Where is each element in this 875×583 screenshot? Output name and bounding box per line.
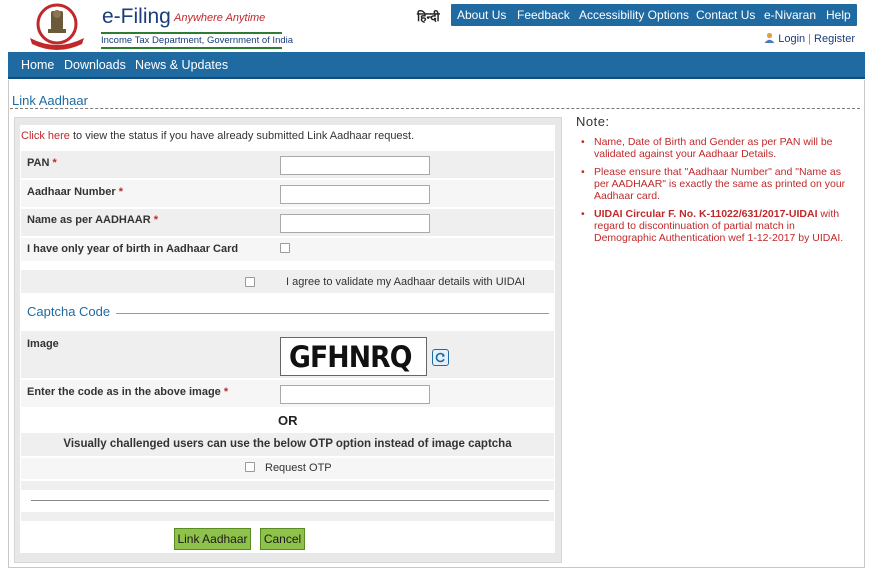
enter-code-label: Enter the code as in the above image * xyxy=(27,386,229,398)
main-nav-home[interactable]: Home xyxy=(21,58,54,72)
link-aadhaar-button[interactable]: Link Aadhaar xyxy=(174,528,251,550)
main-nav-news-updates[interactable]: News & Updates xyxy=(135,58,228,72)
status-line-text: to view the status if you have already s… xyxy=(69,130,415,142)
emblem-logo xyxy=(30,3,84,50)
aadhaar-row: Aadhaar Number * xyxy=(21,180,554,208)
pan-row: PAN * xyxy=(21,151,554,179)
captcha-section-title: Captcha Code xyxy=(27,304,117,319)
request-otp-label: Request OTP xyxy=(265,462,332,474)
captcha-code-input[interactable] xyxy=(280,385,430,404)
pan-label: PAN * xyxy=(27,157,57,169)
aadhaar-label: Aadhaar Number * xyxy=(27,186,123,198)
name-row: Name as per AADHAAR * xyxy=(21,209,554,237)
page: e-Filing Anywhere Anytime Income Tax Dep… xyxy=(0,0,875,583)
nav-help[interactable]: Help xyxy=(820,4,857,26)
main-nav-bar: Home Downloads News & Updates xyxy=(8,52,865,79)
request-otp-checkbox[interactable] xyxy=(245,462,255,472)
title-divider xyxy=(10,108,860,109)
click-here-link[interactable]: Click here xyxy=(21,130,70,142)
hindi-language-link[interactable]: हिन्दी xyxy=(417,8,440,25)
yob-row: I have only year of birth in Aadhaar Car… xyxy=(21,238,554,262)
user-icon xyxy=(764,32,775,43)
captcha-text: GFHNRQ xyxy=(289,340,412,374)
brand-title: e-Filing xyxy=(102,5,171,28)
spacer-row xyxy=(21,481,554,491)
note-item: Name, Date of Birth and Gender as per PA… xyxy=(577,136,855,160)
note-item: Please ensure that "Aadhaar Number" and … xyxy=(577,166,855,202)
yob-checkbox[interactable] xyxy=(280,243,290,253)
page-title: Link Aadhaar xyxy=(12,93,88,108)
name-input[interactable] xyxy=(280,214,430,233)
login-register-area: Login | Register xyxy=(764,32,855,45)
brand-tagline: Anywhere Anytime xyxy=(174,12,266,24)
notes-list: Name, Date of Birth and Gender as per PA… xyxy=(577,136,855,250)
nav-accessibility-options[interactable]: Accessibility Options xyxy=(573,4,696,26)
or-divider-text: OR xyxy=(278,413,298,428)
circular-link[interactable]: UIDAI Circular F. No. K-11022/631/2017-U… xyxy=(594,208,818,220)
yob-label: I have only year of birth in Aadhaar Car… xyxy=(27,243,239,255)
image-label: Image xyxy=(27,338,59,350)
register-link[interactable]: Register xyxy=(814,33,855,45)
nav-about-us[interactable]: About Us xyxy=(451,4,513,26)
spacer-row-2 xyxy=(21,512,554,522)
visually-challenged-text: Visually challenged users can use the be… xyxy=(63,438,512,450)
aadhaar-number-input[interactable] xyxy=(280,185,430,204)
name-label: Name as per AADHAAR * xyxy=(27,214,159,226)
agree-row: I agree to validate my Aadhaar details w… xyxy=(21,270,554,294)
cancel-button[interactable]: Cancel xyxy=(260,528,305,550)
form-bottom-divider xyxy=(31,500,549,501)
site-header: e-Filing Anywhere Anytime Income Tax Dep… xyxy=(0,0,875,52)
captcha-image: GFHNRQ xyxy=(280,337,427,376)
agree-checkbox[interactable] xyxy=(245,277,255,287)
nav-feedback[interactable]: Feedback xyxy=(511,4,576,26)
nav-contact-us[interactable]: Contact Us xyxy=(690,4,762,26)
status-line: Click here to view the status if you hav… xyxy=(21,130,414,142)
nav-e-nivaran[interactable]: e-Nivaran xyxy=(758,4,823,26)
refresh-captcha-icon[interactable] xyxy=(432,349,449,366)
note-title: Note: xyxy=(576,114,610,129)
main-nav-downloads[interactable]: Downloads xyxy=(64,58,126,72)
enter-code-row: Enter the code as in the above image * xyxy=(21,380,554,408)
brand-subtitle: Income Tax Department, Government of Ind… xyxy=(101,32,293,49)
agree-label: I agree to validate my Aadhaar details w… xyxy=(286,276,526,288)
login-link[interactable]: Login xyxy=(778,33,805,45)
note-item: UIDAI Circular F. No. K-11022/631/2017-U… xyxy=(577,208,855,244)
pan-input[interactable] xyxy=(280,156,430,175)
